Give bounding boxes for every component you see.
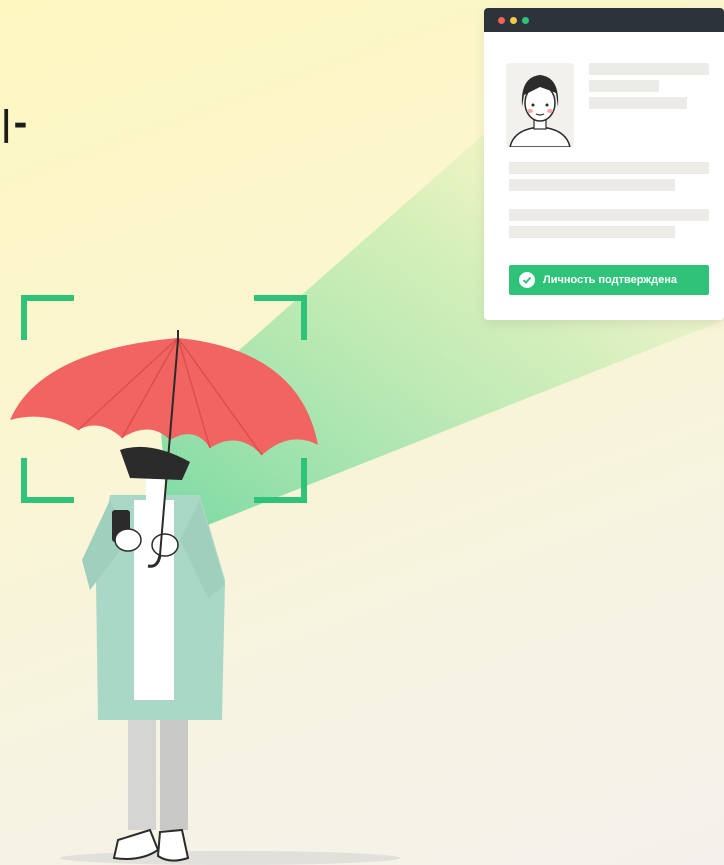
id-verification-window: Личность подтверждена	[484, 8, 724, 320]
placeholder-line	[509, 179, 675, 191]
avatar-portrait-icon	[509, 75, 571, 147]
placeholder-line	[509, 226, 675, 238]
placeholder-line	[589, 80, 659, 92]
identity-verified-label: Личность подтверждена	[543, 274, 677, 286]
shoe-left-icon	[112, 828, 160, 860]
placeholder-line	[509, 162, 709, 174]
frame-corner-top-left	[21, 295, 74, 340]
ground-shadow	[60, 851, 400, 865]
dress	[134, 500, 174, 700]
window-minimize-dot-icon	[510, 16, 517, 24]
placeholder-line	[509, 209, 709, 221]
window-close-dot-icon	[498, 16, 505, 24]
woman-figure	[82, 446, 225, 862]
window-title-bar	[484, 8, 724, 32]
check-icon	[519, 272, 535, 288]
window-maximize-dot-icon	[522, 16, 529, 24]
placeholder-line	[589, 63, 709, 75]
hand-left	[114, 528, 142, 552]
placeholder-line	[589, 97, 687, 109]
hand-right	[151, 533, 179, 557]
frame-corner-bottom-left	[21, 458, 74, 503]
avatar	[506, 63, 574, 147]
identity-verified-badge: Личность подтверждена	[509, 265, 709, 295]
page-fragment-text: |-	[0, 104, 29, 144]
shoe-right-icon	[156, 828, 190, 862]
